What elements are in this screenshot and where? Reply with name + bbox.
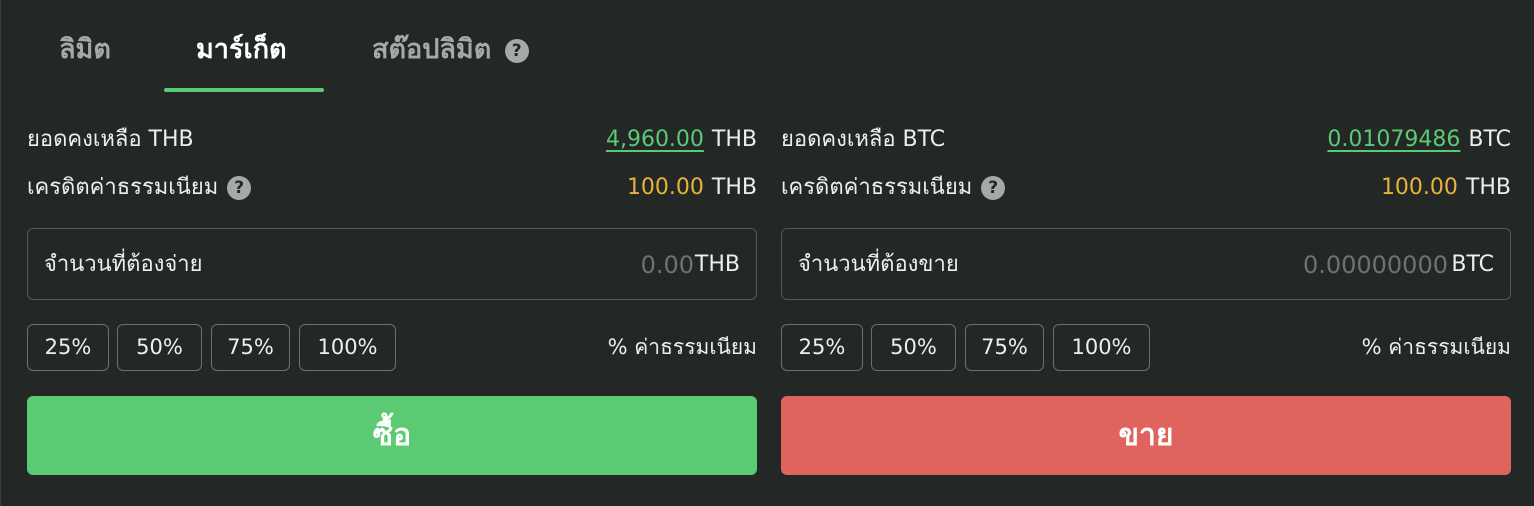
sell-amount-value[interactable]: 0.00000000 [1303,229,1448,301]
buy-fee-credit-unit: THB [711,175,757,200]
sell-50-percent-button[interactable]: 50% [871,324,956,371]
tab-stop-limit[interactable]: สต๊อปลิมิต ? [372,30,529,70]
tab-market-label: มาร์เก็ต [196,34,287,65]
sell-amount-input[interactable]: จำนวนที่ต้องขาย 0.00000000 BTC [781,228,1511,300]
buy-button[interactable]: ซื้อ [27,396,757,475]
buy-fee-credit-row: เครดิตค่าธรรมเนียม ? 100.00 THB [27,168,757,208]
tab-limit[interactable]: ลิมิต [59,30,111,70]
tab-limit-label: ลิมิต [59,34,111,65]
sell-button[interactable]: ขาย [781,396,1511,475]
sell-balance-row: ยอดคงเหลือ BTC 0.01079486 BTC [781,120,1511,160]
sell-100-percent-button[interactable]: 100% [1053,324,1150,371]
order-type-tabs: ลิมิต มาร์เก็ต สต๊อปลิมิต ? [1,0,601,92]
sell-fee-note: % ค่าธรรมเนียม [1361,335,1511,359]
order-form: ลิมิต มาร์เก็ต สต๊อปลิมิต ? ยอดคงเหลือ T… [0,0,1534,506]
buy-balance-unit: THB [711,127,757,152]
sell-75-percent-button[interactable]: 75% [965,324,1044,371]
active-tab-indicator [164,88,324,92]
buy-100-percent-button[interactable]: 100% [299,324,396,371]
buy-balance-value[interactable]: 4,960.00 [606,127,704,152]
buy-25-percent-button[interactable]: 25% [27,324,109,371]
tab-market[interactable]: มาร์เก็ต [196,30,287,70]
help-icon[interactable]: ? [504,38,529,63]
buy-balance-label: ยอดคงเหลือ THB [27,127,194,152]
buy-amount-unit: THB [694,252,740,277]
buy-balance-row: ยอดคงเหลือ THB 4,960.00 THB [27,120,757,160]
buy-fee-note: % ค่าธรรมเนียม [607,335,757,359]
sell-balance-unit: BTC [1468,127,1511,152]
buy-amount-input[interactable]: จำนวนที่ต้องจ่าย 0.00 THB [27,228,757,300]
help-icon[interactable]: ? [227,176,252,200]
sell-fee-credit-value: 100.00 [1380,175,1458,200]
sell-fee-credit-label: เครดิตค่าธรรมเนียม [781,175,973,200]
sell-fee-credit-unit: THB [1465,175,1511,200]
buy-amount-label: จำนวนที่ต้องจ่าย [44,252,203,277]
buy-fee-credit-value: 100.00 [626,175,704,200]
sell-balance-label: ยอดคงเหลือ BTC [781,127,946,152]
sell-balance-value[interactable]: 0.01079486 [1327,127,1460,152]
buy-fee-credit-label: เครดิตค่าธรรมเนียม [27,175,219,200]
buy-amount-value[interactable]: 0.00 [641,229,694,301]
tab-stop-limit-label: สต๊อปลิมิต [372,34,492,65]
buy-50-percent-button[interactable]: 50% [117,324,202,371]
sell-25-percent-button[interactable]: 25% [781,324,863,371]
sell-amount-label: จำนวนที่ต้องขาย [798,252,959,277]
buy-75-percent-button[interactable]: 75% [211,324,290,371]
help-icon[interactable]: ? [981,176,1006,200]
sell-fee-credit-row: เครดิตค่าธรรมเนียม ? 100.00 THB [781,168,1511,208]
sell-amount-unit: BTC [1451,252,1494,277]
